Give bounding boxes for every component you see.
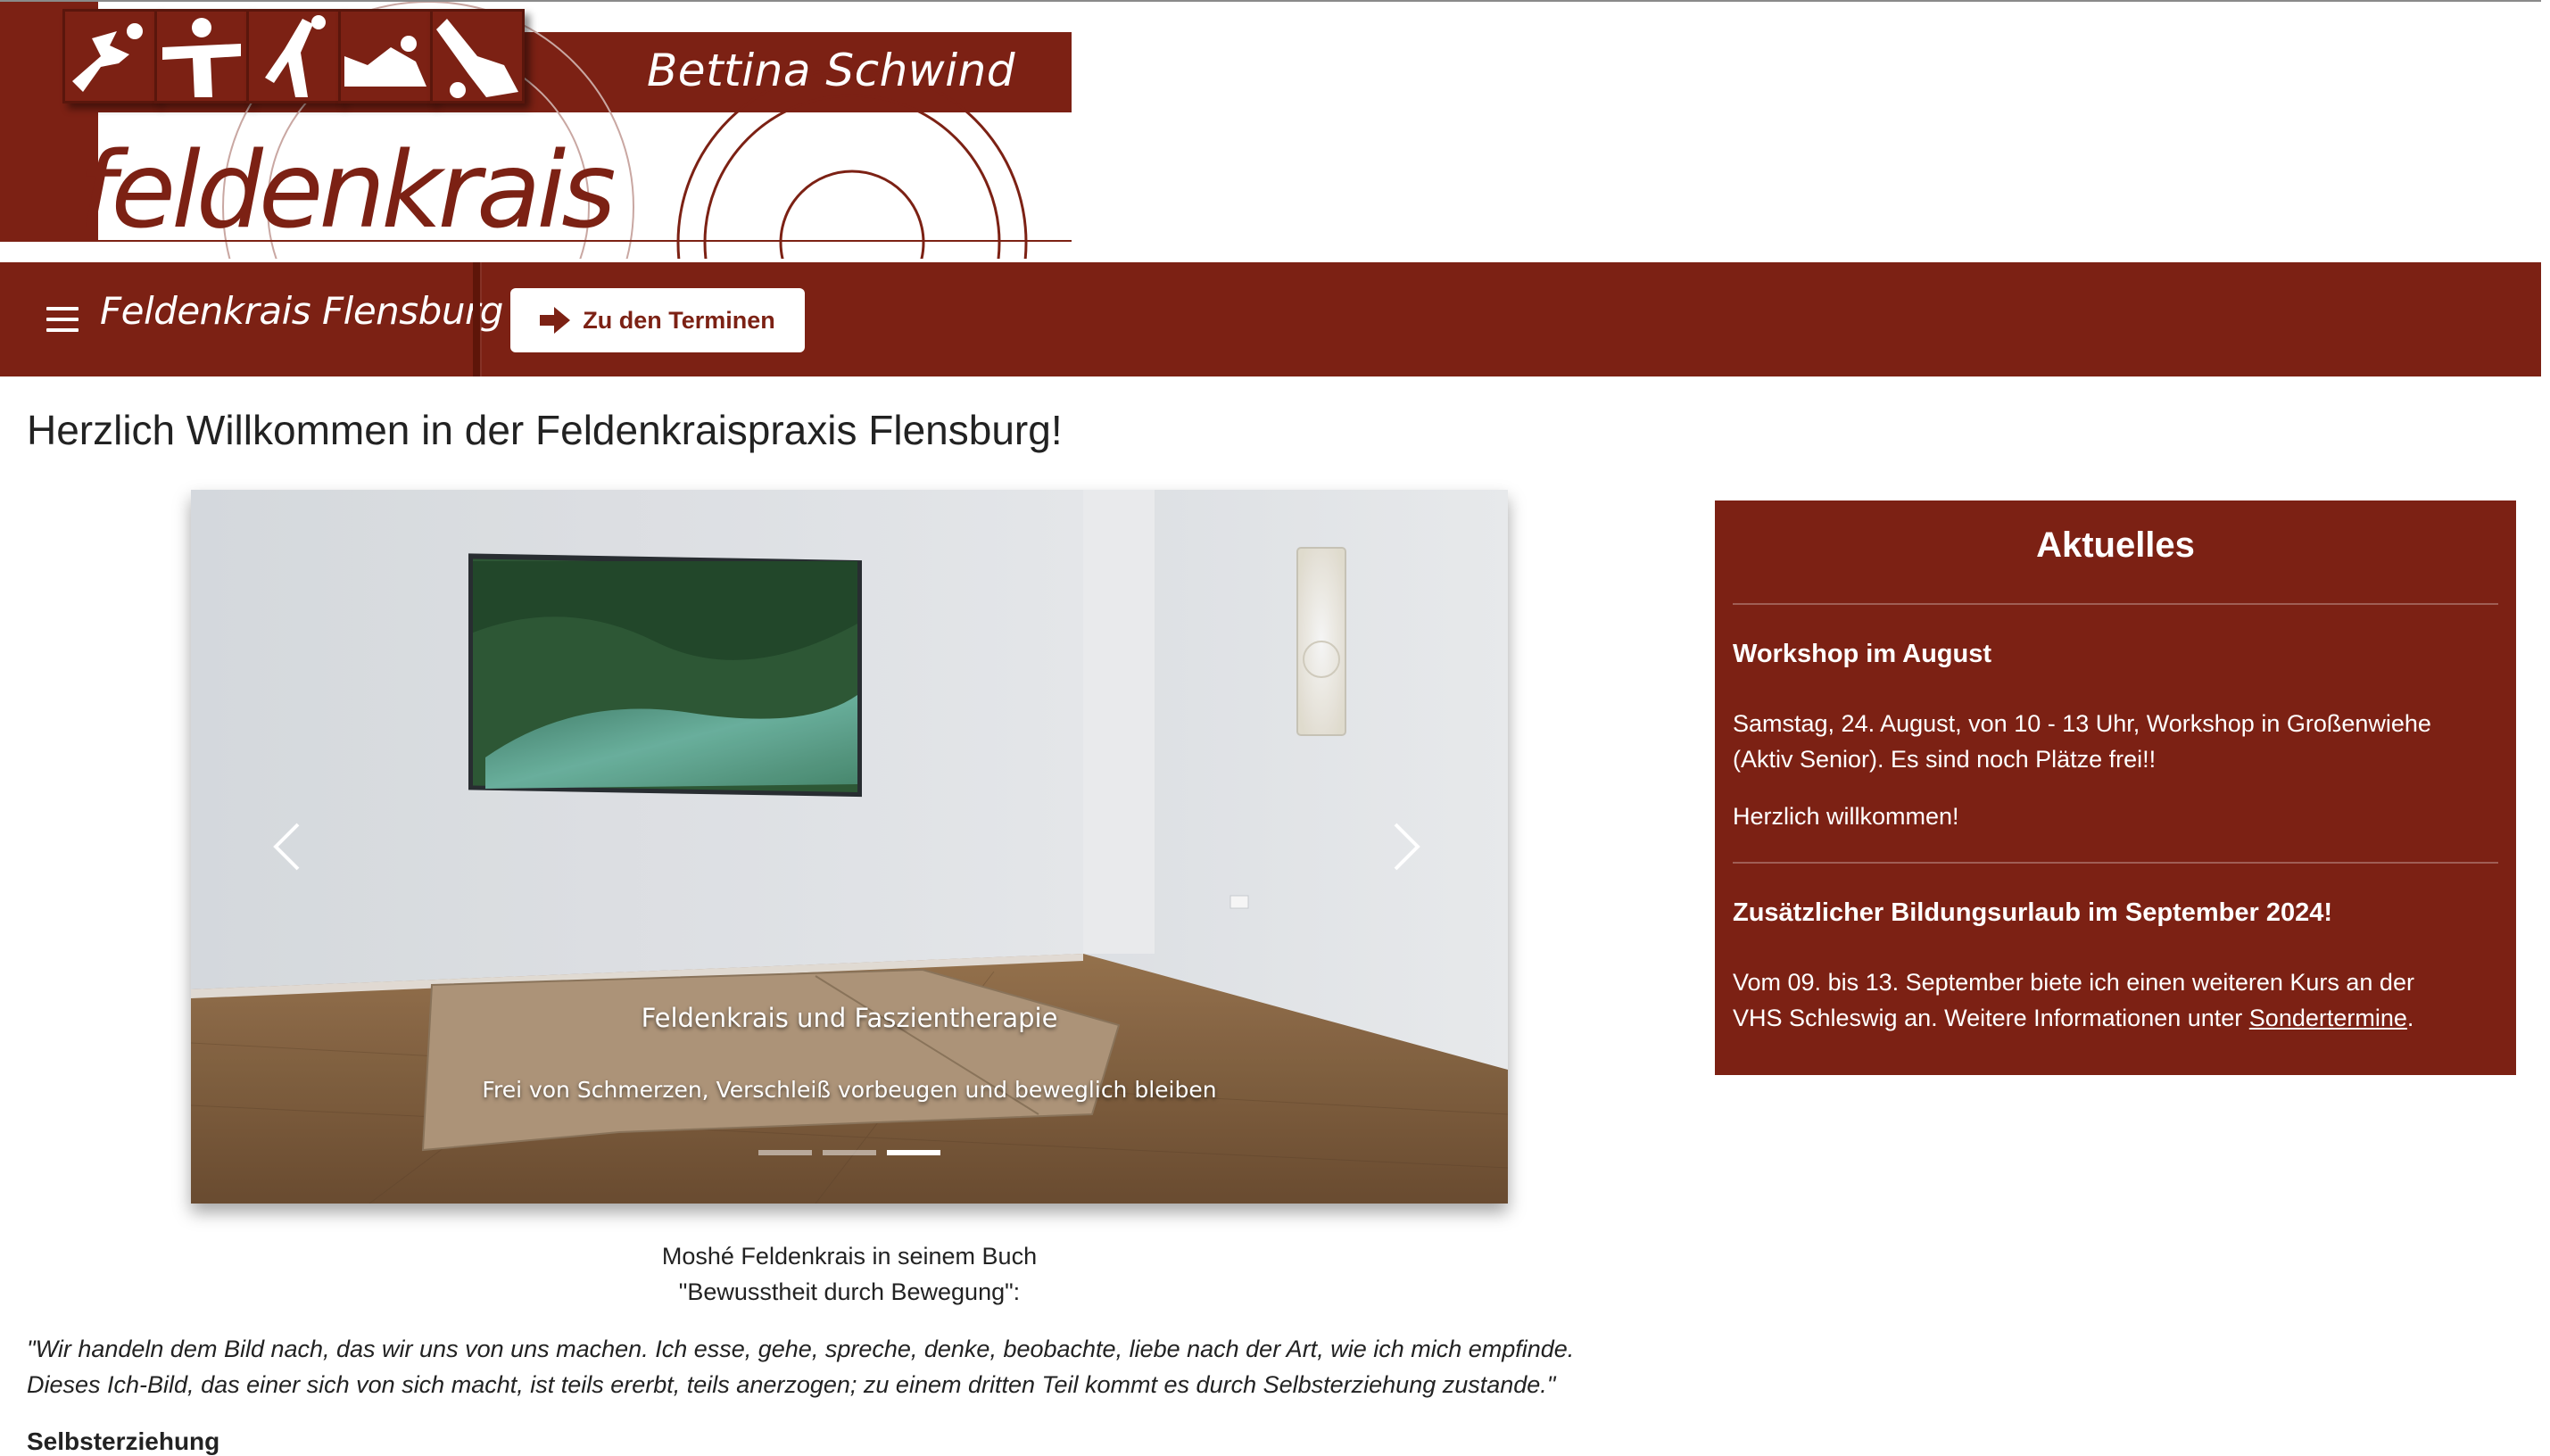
chevron-left-icon[interactable] bbox=[262, 811, 316, 882]
figure-square bbox=[62, 9, 157, 103]
news-item-text-line: Samstag, 24. August, von 10 - 13 Uhr, Wo… bbox=[1733, 710, 2431, 737]
quote-intro-line-2: "Bewusstheit durch Bewegung": bbox=[678, 1278, 1021, 1305]
feldenkrais-quote: "Wir handeln dem Bild nach, das wir uns … bbox=[27, 1331, 1722, 1402]
navbar-brand[interactable]: Feldenkrais Flensburg bbox=[100, 289, 503, 333]
news-item-text: Herzlich willkommen! bbox=[1733, 803, 1959, 830]
logo-wordmark: feldenkrais bbox=[79, 128, 617, 252]
termine-button-label: Zu den Terminen bbox=[583, 306, 775, 334]
carousel-indicator-3[interactable] bbox=[887, 1150, 940, 1155]
logo-name: Bettina Schwind bbox=[647, 45, 1016, 96]
news-divider bbox=[1733, 603, 2498, 605]
navbar-divider bbox=[473, 262, 480, 376]
logo-figures bbox=[62, 9, 525, 103]
arrow-right-icon bbox=[540, 307, 571, 334]
figure-square bbox=[430, 9, 525, 103]
carousel-indicators bbox=[758, 1150, 946, 1155]
chevron-right-icon[interactable] bbox=[1378, 811, 1431, 882]
news-item-text: Samstag, 24. August, von 10 - 13 Uhr, Wo… bbox=[1733, 706, 2498, 777]
carousel-indicator-1[interactable] bbox=[758, 1150, 812, 1155]
news-item-heading: Zusätzlicher Bildungsurlaub im September… bbox=[1733, 898, 2332, 927]
carousel-caption-subtitle: Frei von Schmerzen, Verschleiß vorbeugen… bbox=[482, 1077, 1217, 1103]
quote-line-2: Dieses Ich-Bild, das einer sich von sich… bbox=[27, 1371, 1556, 1398]
figure-square bbox=[338, 9, 433, 103]
navbar: Feldenkrais Flensburg Zu den Terminen bbox=[0, 262, 2541, 376]
header-logo[interactable]: Bettina Schwind feldenkrais bbox=[0, 2, 1072, 259]
quote-intro: Moshé Feldenkrais in seinem Buch "Bewuss… bbox=[191, 1238, 1508, 1310]
quote-line-1: "Wir handeln dem Bild nach, das wir uns … bbox=[27, 1336, 1575, 1362]
news-item-text-part: VHS Schleswig an. Weitere Informationen … bbox=[1733, 1005, 2249, 1031]
carousel-indicator-2[interactable] bbox=[823, 1150, 876, 1155]
figure-square bbox=[246, 9, 341, 103]
news-item-text: Vom 09. bis 13. September biete ich eine… bbox=[1733, 964, 2498, 1036]
news-title: Aktuelles bbox=[2036, 525, 2195, 565]
hamburger-icon[interactable] bbox=[46, 307, 80, 332]
news-item-text-line: (Aktiv Senior). Es sind noch Plätze frei… bbox=[1733, 746, 2157, 773]
image-carousel[interactable]: Feldenkrais und Faszientherapie Frei von… bbox=[191, 490, 1508, 1204]
news-item-text-line: Vom 09. bis 13. September biete ich eine… bbox=[1733, 969, 2414, 996]
news-sidebar: Aktuelles Workshop im August Samstag, 24… bbox=[1715, 500, 2516, 1075]
section-heading: Selbsterziehung bbox=[27, 1427, 220, 1455]
carousel-caption-title: Feldenkrais und Faszientherapie bbox=[641, 1003, 1058, 1033]
news-divider bbox=[1733, 862, 2498, 864]
page-title: Herzlich Willkommen in der Feldenkraispr… bbox=[27, 407, 1063, 453]
figure-square bbox=[154, 9, 249, 103]
quote-intro-line-1: Moshé Feldenkrais in seinem Buch bbox=[661, 1243, 1038, 1270]
news-item-heading: Workshop im August bbox=[1733, 640, 1991, 668]
news-item-text-line: VHS Schleswig an. Weitere Informationen … bbox=[1733, 1000, 2498, 1036]
news-item-text-part: . bbox=[2406, 1005, 2414, 1031]
page-right-edge bbox=[2541, 0, 2550, 1454]
sondertermine-link[interactable]: Sondertermine bbox=[2249, 1005, 2407, 1031]
termine-button[interactable]: Zu den Terminen bbox=[510, 288, 805, 352]
